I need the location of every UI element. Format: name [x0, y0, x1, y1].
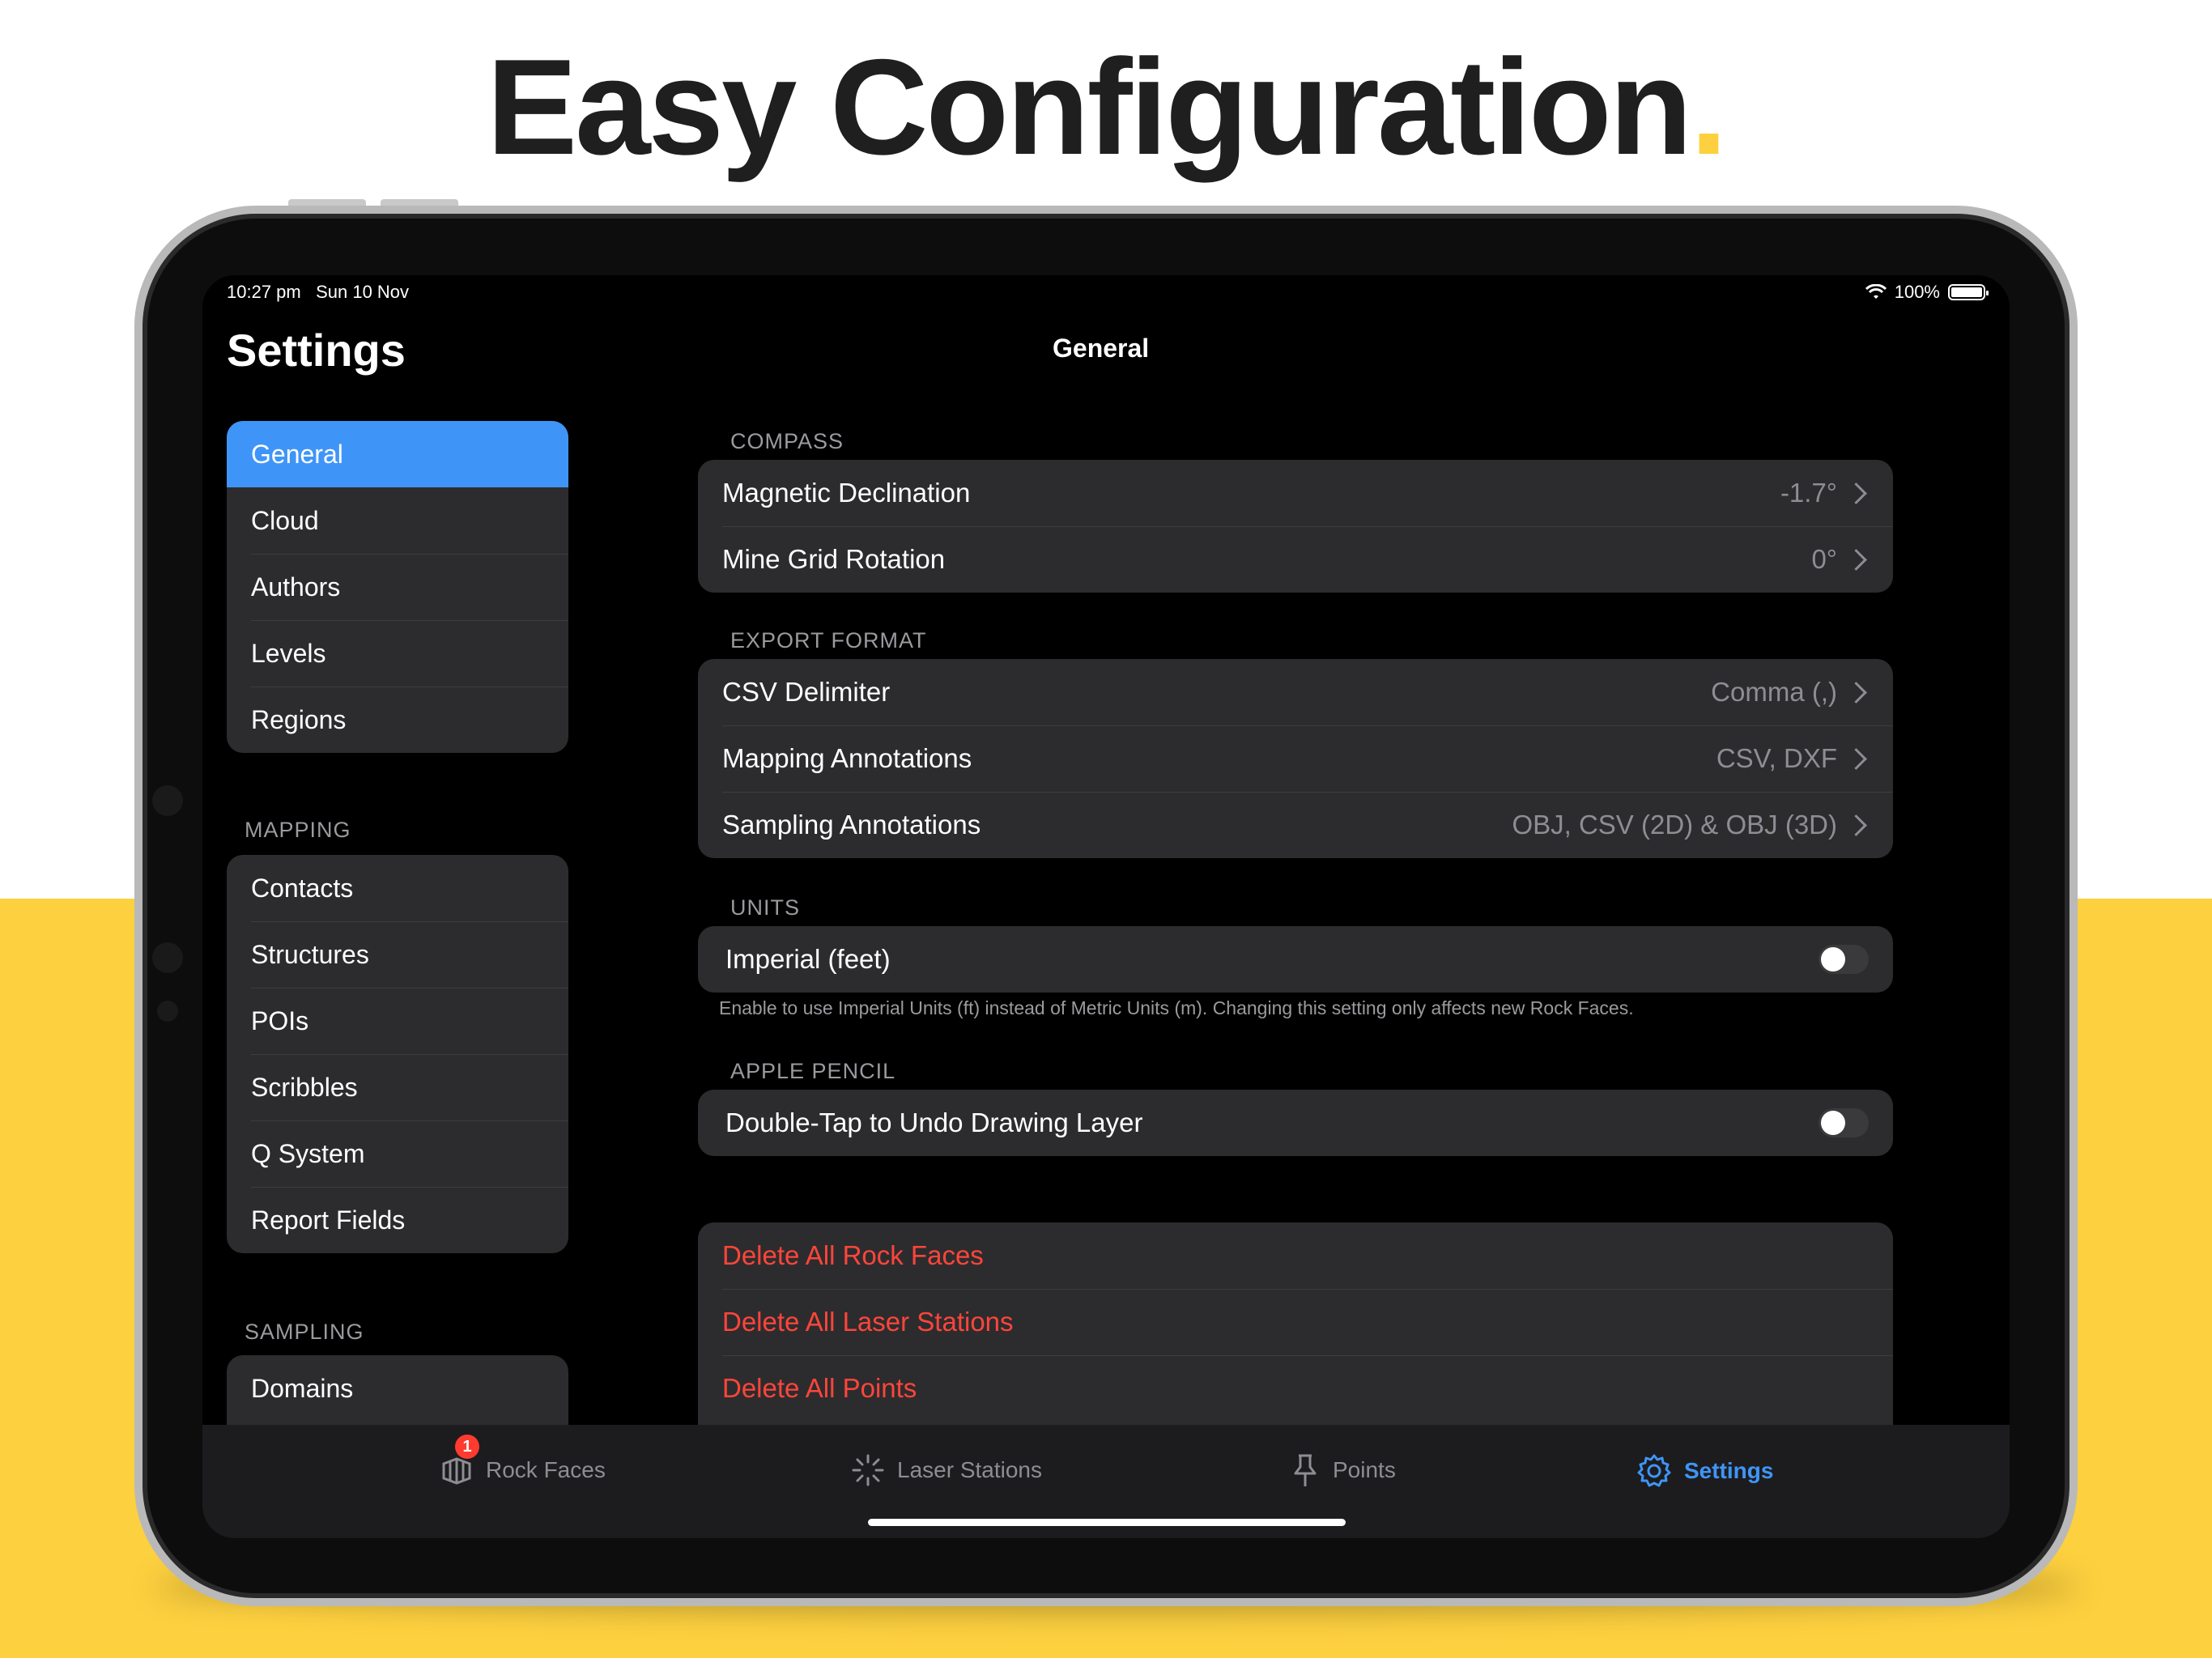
row-label: Sampling Annotations [722, 810, 981, 840]
tab-label: Rock Faces [486, 1457, 606, 1482]
sidebar-item-q-system[interactable]: Q System [227, 1120, 568, 1187]
camera-icon [152, 785, 183, 816]
export-format-header: EXPORT FORMAT [730, 628, 927, 653]
sidebar-item-contacts[interactable]: Contacts [227, 855, 568, 921]
row-value: Comma (,) [1711, 677, 1837, 707]
headline-dot: . [1690, 31, 1728, 183]
chevron-right-icon [1845, 681, 1867, 704]
rock-faces-icon-wrap: 1 [439, 1435, 479, 1488]
chevron-right-icon [1845, 548, 1867, 571]
tab-label: Laser Stations [897, 1457, 1042, 1482]
row-label: Double-Tap to Undo Drawing Layer [725, 1107, 1143, 1137]
imperial-units-row: Imperial (feet) [698, 926, 1893, 993]
sidebar-item-regions[interactable]: Regions [227, 687, 568, 753]
chevron-right-icon [1845, 482, 1867, 504]
delete-all-points-button[interactable]: Delete All Points [698, 1355, 1893, 1422]
sensor-icon [157, 1001, 178, 1022]
row-label: Mine Grid Rotation [722, 544, 946, 574]
apple-pencil-group: Double-Tap to Undo Drawing Layer [698, 1090, 1893, 1156]
tab-laser-stations[interactable]: Laser Stations [850, 1452, 1042, 1488]
gear-icon [1637, 1454, 1671, 1487]
sidebar-item-structures[interactable]: Structures [227, 921, 568, 988]
sidebar-sampling-header: SAMPLING [245, 1320, 364, 1344]
status-time: 10:27 pm [227, 282, 301, 302]
mine-grid-rotation-row[interactable]: Mine Grid Rotation 0° [698, 526, 1893, 593]
sidebar-general-group: General Cloud Authors Levels Regions [227, 421, 568, 753]
rock-faces-badge: 1 [455, 1435, 479, 1459]
status-indicators: 100% [1865, 282, 1989, 303]
sidebar-item-authors[interactable]: Authors [227, 554, 568, 620]
chevron-right-icon [1845, 747, 1867, 770]
row-value: 0° [1811, 544, 1837, 574]
tab-label: Settings [1684, 1458, 1774, 1483]
sidebar-item-levels[interactable]: Levels [227, 620, 568, 687]
sidebar-item-domains[interactable]: Domains [227, 1355, 568, 1422]
mapping-annotations-row[interactable]: Mapping Annotations CSV, DXF [698, 725, 1893, 792]
row-value: CSV, DXF [1716, 743, 1837, 773]
delete-all-rock-faces-button[interactable]: Delete All Rock Faces [698, 1222, 1893, 1289]
detail-title: General [1053, 334, 1150, 363]
double-tap-undo-toggle[interactable] [1819, 1108, 1869, 1137]
home-indicator[interactable] [868, 1519, 1346, 1526]
tab-rock-faces[interactable]: 1 Rock Faces [439, 1435, 606, 1488]
tab-label: Points [1333, 1457, 1396, 1482]
row-label: Magnetic Declination [722, 478, 971, 508]
tab-settings[interactable]: Settings [1636, 1452, 1773, 1490]
sidebar-mapping-group: Contacts Structures POIs Scribbles Q Sys… [227, 855, 568, 1253]
battery-icon [1948, 284, 1989, 300]
row-label: CSV Delimiter [722, 677, 891, 707]
pin-icon [1294, 1454, 1317, 1486]
wifi-icon [1865, 284, 1887, 299]
export-format-group: CSV Delimiter Comma (,) Mapping Annotati… [698, 659, 1893, 858]
sidebar-item-scribbles[interactable]: Scribbles [227, 1054, 568, 1120]
compass-header: COMPASS [730, 429, 844, 453]
row-label: Mapping Annotations [722, 743, 972, 773]
apple-pencil-header: APPLE PENCIL [730, 1059, 896, 1083]
screen: 10:27 pm Sun 10 Nov 100% Settings Genera… [202, 275, 2010, 1538]
row-label: Imperial (feet) [725, 944, 891, 974]
delete-all-laser-stations-button[interactable]: Delete All Laser Stations [698, 1289, 1893, 1355]
sampling-annotations-row[interactable]: Sampling Annotations OBJ, CSV (2D) & OBJ… [698, 792, 1893, 858]
imperial-units-toggle[interactable] [1819, 945, 1869, 974]
camera-icon [152, 942, 183, 973]
delete-actions-group: Delete All Rock Faces Delete All Laser S… [698, 1222, 1893, 1441]
row-value: OBJ, CSV (2D) & OBJ (3D) [1512, 810, 1837, 840]
laser-stations-icon [852, 1454, 884, 1486]
sidebar-title: Settings [227, 325, 406, 376]
tab-points[interactable]: Points [1289, 1452, 1396, 1488]
csv-delimiter-row[interactable]: CSV Delimiter Comma (,) [698, 659, 1893, 725]
status-date: Sun 10 Nov [316, 282, 410, 302]
sidebar-mapping-header: MAPPING [245, 818, 351, 842]
chevron-right-icon [1845, 814, 1867, 836]
units-header: UNITS [730, 895, 800, 920]
double-tap-undo-row: Double-Tap to Undo Drawing Layer [698, 1090, 1893, 1156]
row-value: -1.7° [1780, 478, 1837, 508]
battery-percent: 100% [1894, 282, 1940, 302]
sidebar-item-general[interactable]: General [227, 421, 568, 487]
tab-bar: 1 Rock Faces Laser Stations Points Setti… [202, 1425, 2010, 1538]
status-time-date: 10:27 pm Sun 10 Nov [227, 282, 409, 303]
compass-group: Magnetic Declination -1.7° Mine Grid Rot… [698, 460, 1893, 593]
units-group: Imperial (feet) [698, 926, 1893, 993]
headline: Easy Configuration. [487, 31, 1728, 183]
sidebar-item-report-fields[interactable]: Report Fields [227, 1187, 568, 1253]
sidebar-item-pois[interactable]: POIs [227, 988, 568, 1054]
sidebar-item-cloud[interactable]: Cloud [227, 487, 568, 554]
magnetic-declination-row[interactable]: Magnetic Declination -1.7° [698, 460, 1893, 526]
units-footnote: Enable to use Imperial Units (ft) instea… [719, 997, 1634, 1018]
